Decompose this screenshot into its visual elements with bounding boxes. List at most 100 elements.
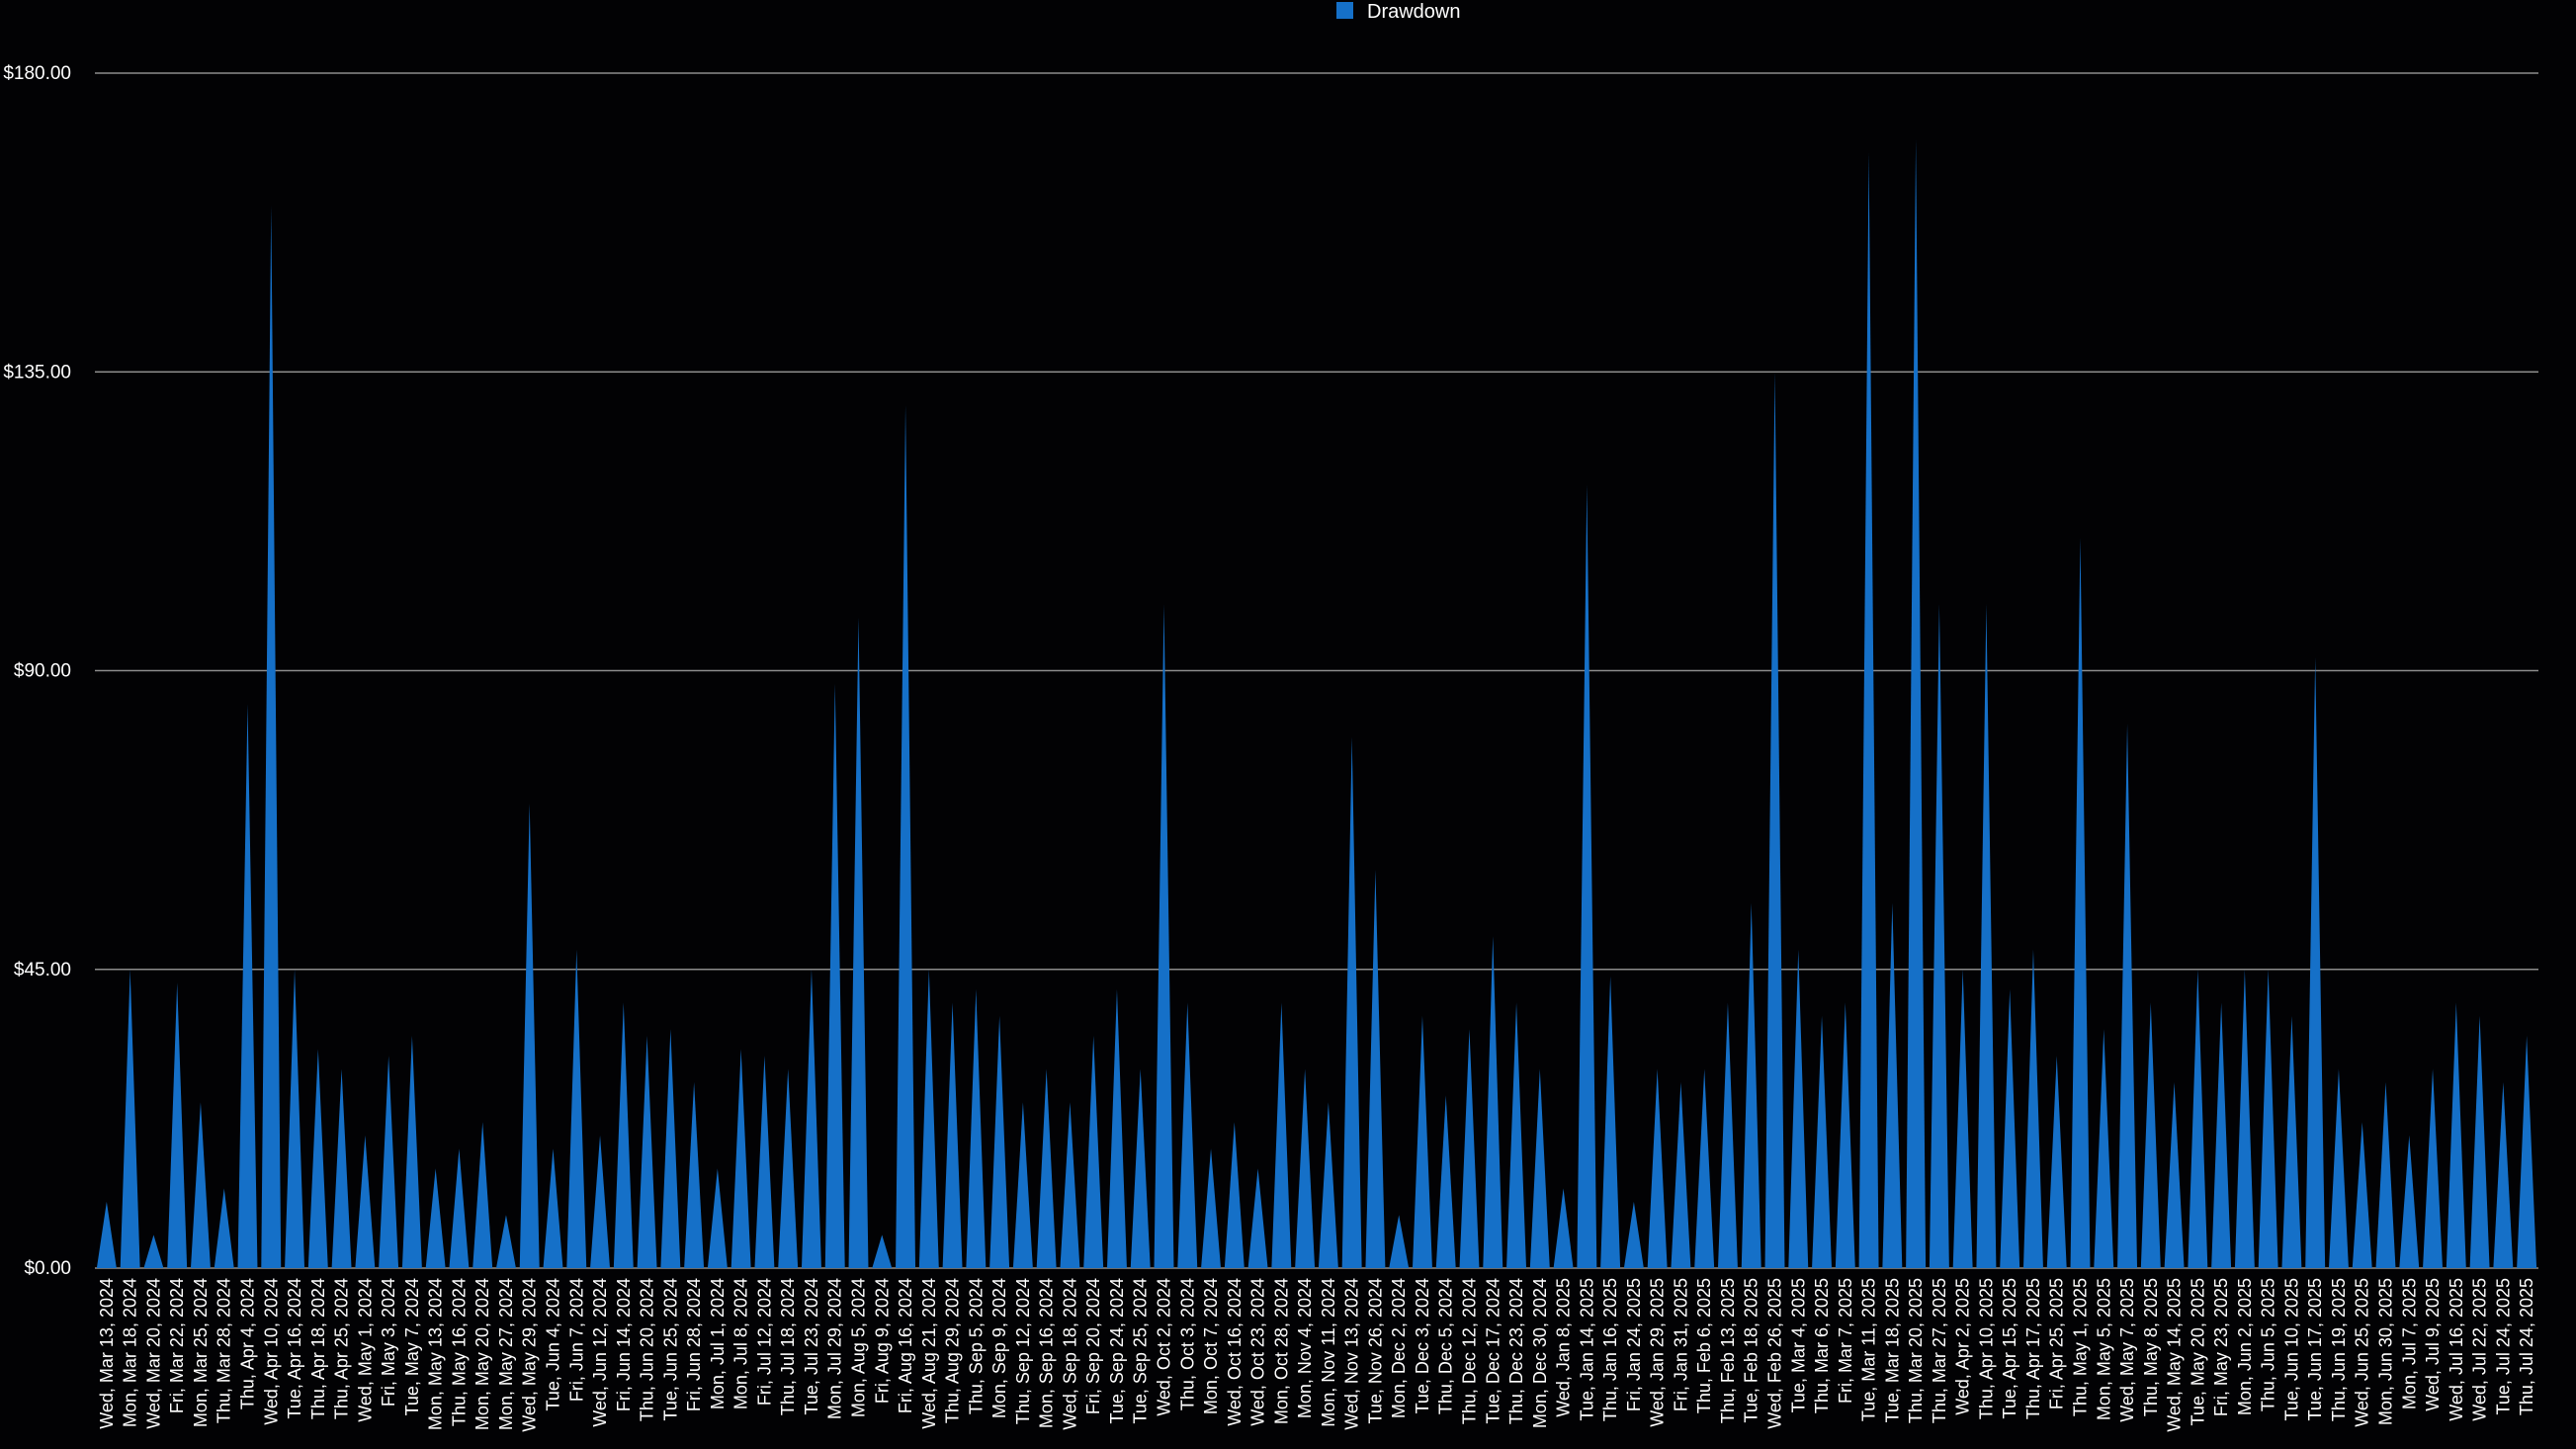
drawdown-spike xyxy=(214,1188,234,1268)
drawdown-spike xyxy=(1365,870,1386,1268)
x-tick-label: Wed, May 14, 2025 xyxy=(2165,1278,2185,1432)
x-tick-label: Thu, Apr 18, 2024 xyxy=(308,1278,328,1419)
x-tick-label: Wed, Mar 20, 2024 xyxy=(143,1278,163,1429)
drawdown-spike xyxy=(1106,988,1127,1268)
drawdown-spike xyxy=(1976,604,1997,1268)
drawdown-spike xyxy=(824,683,845,1268)
x-tick-label: Wed, Feb 26, 2025 xyxy=(1765,1278,1785,1429)
x-tick-label: Wed, Oct 16, 2024 xyxy=(1225,1278,1245,1426)
x-tick-label: Mon, Jul 29, 2024 xyxy=(825,1278,845,1419)
x-tick-label: Tue, Sep 24, 2024 xyxy=(1107,1278,1127,1423)
drawdown-spike xyxy=(1647,1068,1668,1268)
drawdown-spike xyxy=(1553,1188,1574,1268)
x-tick-label: Tue, Nov 26, 2024 xyxy=(1365,1278,1385,1423)
drawdown-spike xyxy=(684,1081,705,1268)
legend-entry-drawdown: Drawdown xyxy=(1367,1,1460,23)
drawdown-spike xyxy=(1764,372,1785,1268)
x-tick-label: Mon, Aug 5, 2024 xyxy=(849,1278,869,1417)
drawdown-spike xyxy=(190,1102,211,1268)
x-tick-label: Fri, Jul 12, 2024 xyxy=(754,1278,774,1406)
drawdown-spike xyxy=(1389,1215,1410,1268)
x-tick-label: Tue, Jun 4, 2024 xyxy=(544,1278,563,1410)
y-tick-label: $45.00 xyxy=(14,960,71,980)
x-tick-label: Tue, Mar 4, 2025 xyxy=(1788,1278,1808,1412)
drawdown-spike xyxy=(425,1168,446,1268)
x-tick-label: Wed, Nov 13, 2024 xyxy=(1342,1278,1362,1430)
y-tick-label: $135.00 xyxy=(3,362,71,383)
x-tick-label: Mon, May 20, 2024 xyxy=(472,1278,492,1430)
x-tick-label: Wed, Jul 9, 2025 xyxy=(2423,1278,2443,1411)
drawdown-spike xyxy=(1952,969,1973,1268)
x-tick-label: Wed, Mar 13, 2024 xyxy=(97,1278,117,1429)
drawdown-spike xyxy=(2022,949,2043,1268)
x-tick-label: Fri, Jan 31, 2025 xyxy=(1671,1278,1690,1411)
drawdown-spike xyxy=(355,1135,376,1268)
x-tick-label: Fri, Aug 16, 2024 xyxy=(896,1278,915,1413)
x-tick-label: Tue, Jun 10, 2025 xyxy=(2281,1278,2301,1420)
x-tick-label: Thu, Sep 12, 2024 xyxy=(1013,1278,1033,1424)
drawdown-spike xyxy=(1858,152,1879,1269)
drawdown-spike xyxy=(1788,949,1809,1268)
legend: Drawdown xyxy=(1336,1,1460,23)
drawdown-spike xyxy=(96,1201,117,1268)
drawdown-spike xyxy=(1882,902,1903,1268)
drawdown-spike xyxy=(285,969,305,1268)
drawdown-spike xyxy=(778,1068,799,1268)
x-tick-label: Tue, Mar 11, 2025 xyxy=(1859,1278,1879,1421)
drawdown-spike xyxy=(590,1135,611,1268)
x-tick-label: Tue, Sep 25, 2024 xyxy=(1131,1278,1151,1423)
grid-lines xyxy=(95,72,2538,1269)
drawdown-spike xyxy=(379,1056,399,1268)
drawdown-spike xyxy=(637,1035,657,1268)
drawdown-spike xyxy=(1177,1002,1198,1268)
x-tick-label: Fri, Mar 22, 2024 xyxy=(167,1278,187,1413)
x-tick-label: Wed, Aug 21, 2024 xyxy=(919,1278,939,1429)
drawdown-spike xyxy=(1224,1122,1245,1268)
x-tick-label: Tue, Feb 18, 2025 xyxy=(1742,1278,1761,1422)
x-tick-label: Wed, May 29, 2024 xyxy=(520,1278,540,1432)
drawdown-spike xyxy=(1694,1068,1715,1268)
x-tick-label: Tue, Jan 14, 2025 xyxy=(1577,1278,1596,1420)
drawdown-spike xyxy=(2094,1029,2114,1268)
x-tick-label: Tue, Mar 18, 2025 xyxy=(1882,1278,1902,1422)
drawdown-spike xyxy=(237,704,258,1268)
drawdown-spike xyxy=(2046,1056,2067,1268)
x-tick-label: Fri, Jun 7, 2024 xyxy=(566,1278,586,1402)
x-tick-label: Fri, Aug 9, 2024 xyxy=(872,1278,892,1404)
x-tick-label: Thu, Jan 16, 2025 xyxy=(1600,1278,1620,1421)
drawdown-spike xyxy=(2164,1081,2185,1268)
drawdown-spike xyxy=(331,1068,352,1268)
x-tick-label: Tue, Jul 23, 2024 xyxy=(802,1278,821,1414)
x-tick-label: Mon, May 27, 2024 xyxy=(496,1278,516,1430)
x-tick-label: Thu, Jul 18, 2024 xyxy=(778,1278,798,1415)
drawdown-spike xyxy=(120,969,140,1268)
drawdown-spike xyxy=(495,1215,516,1268)
x-tick-label: Wed, Apr 2, 2025 xyxy=(1953,1278,1973,1415)
x-tick-label: Mon, Jul 7, 2025 xyxy=(2399,1278,2419,1409)
x-tick-label: Mon, Jun 30, 2025 xyxy=(2376,1278,2396,1425)
x-tick-label: Thu, Apr 17, 2025 xyxy=(2023,1278,2043,1419)
drawdown-spike xyxy=(1717,1002,1738,1268)
drawdown-spike xyxy=(519,803,540,1268)
drawdown-spike xyxy=(2234,969,2255,1268)
drawdown-spike xyxy=(2493,1081,2514,1268)
drawdown-spike xyxy=(1483,936,1503,1268)
drawdown-spike xyxy=(1247,1168,1268,1268)
x-tick-label: Mon, Jun 2, 2025 xyxy=(2235,1278,2255,1415)
x-axis-tick-labels: Wed, Mar 13, 2024 Mon, Mar 18, 2024 Wed, M… xyxy=(97,1278,2536,1432)
drawdown-spike xyxy=(543,1149,563,1268)
x-tick-label: Wed, Jul 22, 2025 xyxy=(2470,1278,2490,1421)
x-tick-label: Mon, Dec 30, 2024 xyxy=(1530,1278,1550,1428)
x-tick-label: Thu, Mar 28, 2024 xyxy=(215,1278,234,1423)
drawdown-spike xyxy=(1459,1029,1480,1268)
x-tick-label: Mon, Oct 28, 2024 xyxy=(1271,1278,1291,1424)
drawdown-spike xyxy=(167,982,188,1268)
x-tick-label: Thu, Apr 4, 2024 xyxy=(238,1278,258,1409)
drawdown-spike xyxy=(1929,604,1949,1268)
drawdown-spike xyxy=(401,1035,422,1268)
drawdown-spike xyxy=(2352,1122,2372,1268)
drawdown-spike xyxy=(942,1002,963,1268)
drawdown-spike xyxy=(989,1015,1010,1268)
x-tick-label: Mon, Sep 16, 2024 xyxy=(1037,1278,1057,1428)
drawdown-spike xyxy=(1201,1149,1222,1268)
